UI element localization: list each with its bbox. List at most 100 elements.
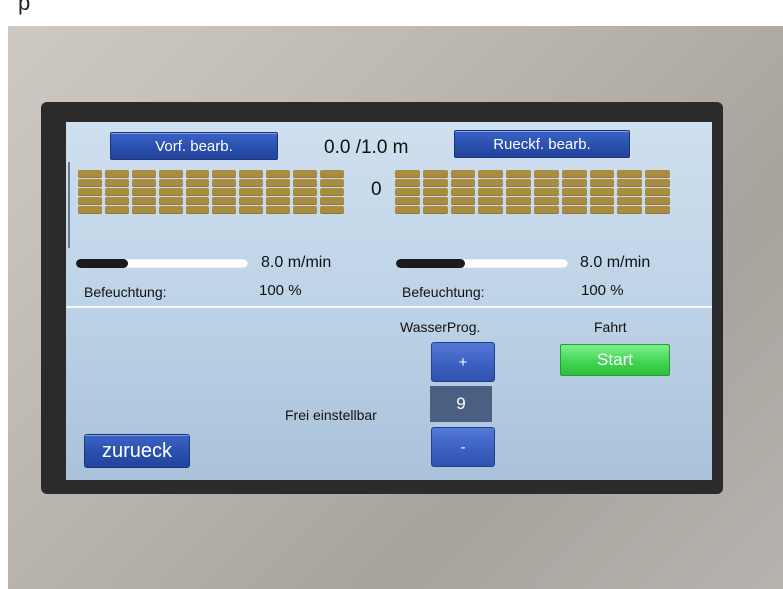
left-grid-segment [158, 206, 183, 214]
left-grid-segment [185, 188, 210, 196]
right-grid-segment [422, 206, 448, 214]
right-grid-segment [422, 188, 448, 196]
left-speed-bar [76, 259, 248, 268]
distance-readout: 0.0 /1.0 m [324, 137, 409, 158]
right-grid-segment [645, 188, 670, 196]
left-grid-segment [78, 197, 102, 205]
left-grid-segment [212, 170, 237, 178]
right-grid-segment [561, 197, 587, 205]
right-grid-segment [617, 179, 643, 187]
right-speed-bar [396, 259, 568, 268]
left-grid-segment [78, 170, 102, 178]
right-grid-segment [422, 197, 448, 205]
right-grid-segment [533, 188, 559, 196]
center-counter: 0 [371, 179, 382, 200]
left-grid-segment [293, 206, 318, 214]
drive-title: Fahrt [594, 319, 627, 335]
left-grid-segment [185, 197, 210, 205]
water-program-minus-button[interactable]: - [431, 427, 495, 467]
left-humidity-value: 100 % [259, 282, 302, 299]
left-grid-segment [104, 206, 129, 214]
right-grid-segment [561, 206, 587, 214]
left-grid-segment [266, 188, 291, 196]
top-strip-text: p [18, 0, 31, 15]
right-grid-segment [450, 179, 476, 187]
right-grid-segment [617, 197, 643, 205]
right-grid-segment [478, 179, 504, 187]
left-grid-segment [212, 206, 237, 214]
left-grid-segment [266, 179, 291, 187]
forward-edit-button[interactable]: Vorf. bearb. [110, 132, 278, 160]
right-grid-segment [395, 206, 420, 214]
right-grid-segment [617, 170, 643, 178]
scroll-edge-marker [68, 162, 70, 248]
right-grid-segment [589, 170, 615, 178]
left-speed-bar-fill [76, 259, 128, 268]
left-grid-segment [320, 179, 344, 187]
left-grid-segment [158, 170, 183, 178]
right-humidity-value: 100 % [581, 282, 624, 299]
right-grid-segment [450, 188, 476, 196]
right-grid-segment [645, 206, 670, 214]
left-grid-segment [320, 188, 344, 196]
hmi-screen: Vorf. bearb. 0.0 /1.0 m Rueckf. bearb. 0… [66, 122, 712, 480]
left-grid-segment [266, 206, 291, 214]
left-grid-segment [293, 179, 318, 187]
free-adjustable-label: Frei einstellbar [285, 407, 377, 423]
top-strip: p [0, 0, 783, 26]
right-grid-segment [589, 197, 615, 205]
right-grid-segment [533, 170, 559, 178]
right-grid-segment [478, 170, 504, 178]
left-grid-segment [293, 188, 318, 196]
right-grid-segment [617, 188, 643, 196]
left-grid-segment [104, 170, 129, 178]
left-grid-segment [239, 206, 264, 214]
right-grid-segment [506, 206, 531, 214]
water-program-value: 9 [430, 386, 492, 422]
left-grid-segment [320, 170, 344, 178]
left-grid-segment [212, 197, 237, 205]
right-grid-segment [422, 179, 448, 187]
right-grid-segment [589, 179, 615, 187]
left-grid-segment [266, 170, 291, 178]
left-grid-segment [78, 179, 102, 187]
right-grid-segment [395, 197, 420, 205]
right-grid-segment [478, 188, 504, 196]
right-grid-segment [450, 197, 476, 205]
left-grid-segment [239, 170, 264, 178]
water-program-plus-button[interactable]: + [431, 342, 495, 382]
left-grid-segment [104, 197, 129, 205]
start-button[interactable]: Start [560, 344, 670, 376]
right-grid-segment [617, 206, 643, 214]
left-grid-segment [266, 197, 291, 205]
right-grid-segment [450, 170, 476, 178]
right-segment-grid [395, 170, 670, 214]
left-grid-segment [185, 206, 210, 214]
right-grid-segment [506, 188, 531, 196]
left-grid-segment [158, 179, 183, 187]
right-grid-segment [478, 197, 504, 205]
right-grid-segment [561, 170, 587, 178]
right-grid-segment [533, 197, 559, 205]
right-speed-value: 8.0 m/min [580, 254, 651, 271]
left-grid-segment [293, 170, 318, 178]
left-grid-segment [185, 179, 210, 187]
left-segment-grid [78, 170, 344, 214]
left-grid-segment [104, 179, 129, 187]
back-button[interactable]: zurueck [84, 434, 190, 468]
right-grid-segment [589, 206, 615, 214]
left-speed-value: 8.0 m/min [261, 254, 332, 271]
left-grid-segment [212, 188, 237, 196]
left-grid-segment [320, 206, 344, 214]
left-grid-segment [185, 170, 210, 178]
left-grid-segment [131, 197, 156, 205]
right-grid-segment [395, 179, 420, 187]
left-grid-segment [131, 179, 156, 187]
right-grid-segment [450, 206, 476, 214]
right-speed-bar-fill [396, 259, 465, 268]
reverse-edit-button[interactable]: Rueckf. bearb. [454, 130, 630, 158]
right-grid-segment [561, 188, 587, 196]
right-grid-segment [645, 170, 670, 178]
water-program-title: WasserProg. [400, 319, 481, 335]
left-grid-segment [212, 179, 237, 187]
